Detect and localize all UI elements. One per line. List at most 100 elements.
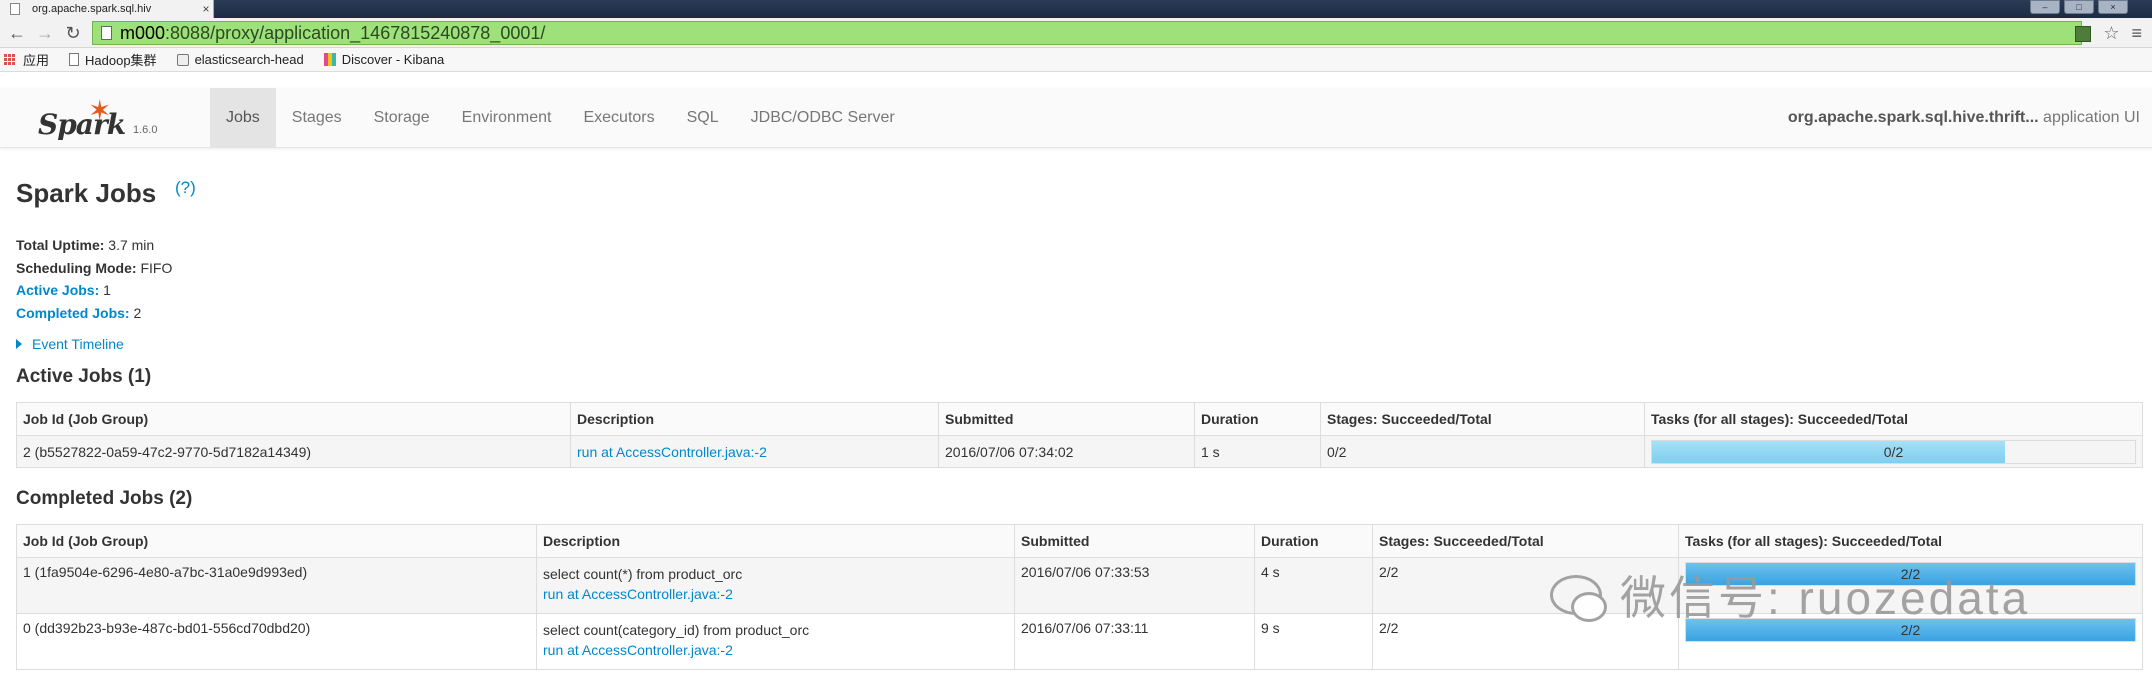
tab-title: org.apache.spark.sql.hiv [32,3,152,15]
column-header[interactable]: Job Id (Job Group) [16,402,571,436]
column-header[interactable]: Duration [1194,402,1321,436]
job-submitted: 2016/07/06 07:33:53 [1014,557,1255,614]
browser-tab[interactable]: org.apache.spark.sql.hiv × [0,0,214,18]
active-jobs-link[interactable]: Active Jobs: [16,282,99,298]
tab-environment[interactable]: Environment [446,88,568,148]
tab-jobs[interactable]: Jobs [210,88,276,148]
bookmark-hadoop[interactable]: Hadoop集群 [69,50,157,69]
window-close-icon[interactable]: × [2098,0,2128,14]
job-id: 1 (1fa9504e-6296-4e80-a7bc-31a0e9d993ed) [16,557,537,614]
browser-tab-strip: org.apache.spark.sql.hiv × – □ × [0,0,2152,18]
column-header[interactable]: Duration [1254,524,1373,558]
job-duration: 9 s [1254,613,1373,670]
wechat-icon [1550,575,1607,622]
page-icon [69,53,80,66]
job-description-link[interactable]: run at AccessController.java:-2 [543,584,1008,604]
browser-toolbar: ← → ↻ m000:8088/proxy/application_146781… [0,18,2152,48]
toolbar-actions: ☆ ≡ [2075,23,2142,44]
forward-arrow-icon[interactable]: → [34,22,56,44]
column-header[interactable]: Submitted [938,402,1195,436]
column-header[interactable]: Description [570,402,939,436]
column-header[interactable]: Submitted [1014,524,1255,558]
event-timeline-label: Event Timeline [32,336,124,352]
application-info: org.apache.spark.sql.hive.thrift... appl… [1788,88,2140,148]
expand-caret-icon [16,339,22,349]
spark-logo[interactable]: Spark ✶ 1.6.0 [38,94,168,142]
wechat-watermark: 微信号: ruozedata [1550,562,2030,628]
job-id: 2 (b5527822-0a59-47c2-9770-5d7182a14349) [16,435,571,468]
url-path: :8088/proxy/application_1467815240878_00… [165,22,546,43]
job-description: select count(category_id) from product_o… [536,613,1015,670]
job-submitted: 2016/07/06 07:34:02 [938,435,1195,468]
spark-navbar: Spark ✶ 1.6.0 Jobs Stages Storage Enviro… [0,88,2152,148]
bookmark-star-icon[interactable]: ☆ [2103,23,2119,44]
bookmark-label: Hadoop集群 [85,53,157,68]
job-description-link[interactable]: run at AccessController.java:-2 [577,444,767,460]
watermark-text: 微信号: ruozedata [1620,572,2031,624]
bookmarks-bar: 应用 Hadoop集群 elasticsearch-head Discover … [0,48,2152,72]
application-suffix: application UI [2043,109,2140,126]
maximize-icon[interactable]: □ [2064,0,2094,14]
scheduling-mode: Scheduling Mode: FIFO [16,259,173,276]
spark-star-icon: ✶ [88,95,112,126]
column-header[interactable]: Tasks (for all stages): Succeeded/Total [1644,402,2143,436]
tab-sql[interactable]: SQL [671,88,735,148]
application-name: org.apache.spark.sql.hive.thrift... [1787,109,2039,126]
job-stages: 0/2 [1320,435,1645,468]
apps-grid-icon [4,54,15,65]
page-info-icon[interactable] [101,26,112,40]
bookmark-label: Discover - Kibana [341,52,445,67]
tab-storage[interactable]: Storage [358,88,446,148]
bookmark-kibana[interactable]: Discover - Kibana [323,52,445,67]
completed-jobs-title: Completed Jobs (2) [16,488,193,509]
column-header[interactable]: Stages: Succeeded/Total [1320,402,1645,436]
bookmark-label: elasticsearch-head [194,52,304,67]
tab-jdbc-odbc-server[interactable]: JDBC/ODBC Server [735,88,911,148]
job-description: run at AccessController.java:-2 [570,435,939,468]
bookmark-label: 应用 [23,53,50,68]
active-jobs-count: Active Jobs: 1 [16,282,111,298]
table-header-row: Job Id (Job Group) Description Submitted… [16,402,2143,436]
column-header[interactable]: Tasks (for all stages): Succeeded/Total [1678,524,2143,558]
minimize-icon[interactable]: – [2030,0,2060,14]
url-host: m000 [120,22,166,43]
help-link[interactable]: (?) [175,178,196,198]
active-jobs-title: Active Jobs (1) [16,366,152,387]
column-header[interactable]: Description [536,524,1015,558]
table-row: 2 (b5527822-0a59-47c2-9770-5d7182a14349)… [16,435,2143,468]
column-header[interactable]: Stages: Succeeded/Total [1372,524,1679,558]
column-header[interactable]: Job Id (Job Group) [16,524,537,558]
total-uptime: Total Uptime: 3.7 min [16,237,155,253]
page-icon [10,3,20,15]
job-summary: Total Uptime: 3.7 min Scheduling Mode: F… [16,234,172,324]
job-description: select count(*) from product_orc run at … [536,557,1015,614]
job-id: 0 (dd392b23-b93e-487c-bd01-556cd70dbd20) [16,613,537,670]
active-jobs-table: Job Id (Job Group) Description Submitted… [16,402,2143,468]
bookmark-elasticsearch-head[interactable]: elasticsearch-head [176,52,304,67]
translate-extension-icon[interactable] [2075,25,2092,42]
job-submitted: 2016/07/06 07:33:11 [1014,613,1255,670]
kibana-icon [323,53,336,66]
job-tasks: 0/2 [1644,435,2143,468]
window-controls: – □ × [2030,0,2128,14]
table-header-row: Job Id (Job Group) Description Submitted… [16,524,2143,558]
job-description-link[interactable]: run at AccessController.java:-2 [543,640,1008,660]
back-arrow-icon[interactable]: ← [6,22,28,44]
job-description-text: select count(category_id) from product_o… [543,622,810,638]
tab-stages[interactable]: Stages [276,88,358,148]
event-timeline-toggle[interactable]: Event Timeline [16,336,124,352]
reload-icon[interactable]: ↻ [62,22,84,44]
tab-close-icon[interactable]: × [199,2,213,16]
tasks-progress-bar: 0/2 [1651,439,2136,464]
spark-nav-tabs: Jobs Stages Storage Environment Executor… [210,88,911,148]
menu-icon[interactable]: ≡ [2131,23,2142,44]
bookmark-apps[interactable]: 应用 [4,50,49,69]
job-duration: 1 s [1194,435,1321,468]
address-bar[interactable]: m000:8088/proxy/application_146781524087… [92,21,2082,45]
completed-jobs-link[interactable]: Completed Jobs: [16,305,130,321]
spark-version: 1.6.0 [133,124,158,136]
completed-jobs-count: Completed Jobs: 2 [16,304,142,321]
job-description-text: select count(*) from product_orc [543,566,743,582]
tasks-progress-label: 0/2 [1883,443,1904,460]
tab-executors[interactable]: Executors [567,88,670,148]
